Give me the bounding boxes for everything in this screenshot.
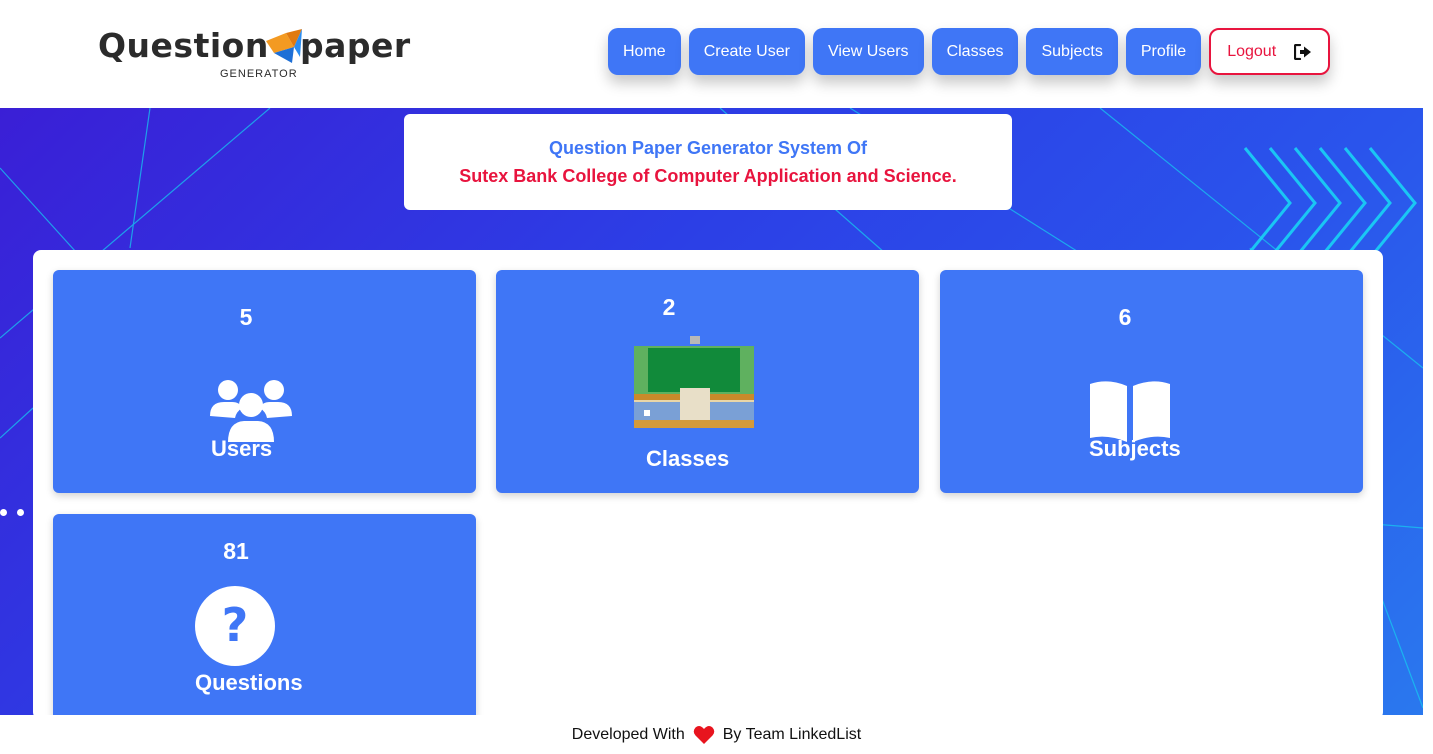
questions-card[interactable]: 81 ? Questions <box>53 514 476 724</box>
college-banner: Question Paper Generator System Of Sutex… <box>404 114 1012 210</box>
subjects-count: 6 <box>1118 304 1132 330</box>
sign-out-icon <box>1294 43 1312 60</box>
footer-suffix: By Team LinkedList <box>722 725 862 743</box>
classes-count: 2 <box>662 294 676 320</box>
nav-create-user-button[interactable]: Create User <box>688 28 805 75</box>
nav-profile-button[interactable]: Profile <box>1125 28 1202 75</box>
logout-button[interactable]: Logout <box>1209 28 1331 75</box>
users-count: 5 <box>239 304 253 330</box>
logout-label: Logout <box>1227 42 1277 60</box>
subjects-label: Subjects <box>1089 436 1181 461</box>
page-footer: Developed With By Team LinkedList <box>0 715 1433 754</box>
logo-word-question: Question <box>98 26 269 65</box>
logo-word-paper: paper <box>300 26 411 65</box>
classroom-icon <box>634 336 754 428</box>
banner-college-name: Sutex Bank College of Computer Applicati… <box>459 166 957 186</box>
banner-title: Question Paper Generator System Of <box>548 138 868 158</box>
classes-label: Classes <box>646 446 730 471</box>
nav-subjects-button[interactable]: Subjects <box>1026 28 1118 75</box>
users-label: Users <box>211 436 273 461</box>
paper-plane-icon <box>266 29 302 63</box>
question-circle-icon: ? <box>195 586 275 666</box>
open-book-icon <box>1090 381 1170 442</box>
logo-subtitle: GENERATOR <box>220 68 298 80</box>
app-logo[interactable]: Question paper GENERATOR <box>98 26 438 86</box>
classes-card[interactable]: 2 Classes <box>496 270 919 493</box>
main-nav: Home Create User View Users Classes Subj… <box>608 28 1331 75</box>
carousel-dots <box>0 509 24 516</box>
users-icon <box>210 380 292 442</box>
page-edge <box>1423 108 1433 754</box>
questions-count: 81 <box>223 538 249 564</box>
nav-view-users-button[interactable]: View Users <box>812 28 924 75</box>
heart-icon <box>693 725 714 744</box>
subjects-card[interactable]: 6 Subjects <box>940 270 1363 493</box>
nav-home-button[interactable]: Home <box>608 28 681 75</box>
carousel-dot[interactable] <box>0 509 7 516</box>
questions-label: Questions <box>195 670 303 695</box>
nav-classes-button[interactable]: Classes <box>931 28 1019 75</box>
footer-prefix: Developed With <box>571 725 685 743</box>
svg-text:?: ? <box>222 598 249 652</box>
carousel-dot[interactable] <box>17 509 24 516</box>
top-header: Question paper GENERATOR Home Create Use… <box>0 0 1433 108</box>
dashboard-panel: 5 Users 2 Classes 6 Subjects 81 ? Questi… <box>33 250 1383 724</box>
users-card[interactable]: 5 Users <box>53 270 476 493</box>
